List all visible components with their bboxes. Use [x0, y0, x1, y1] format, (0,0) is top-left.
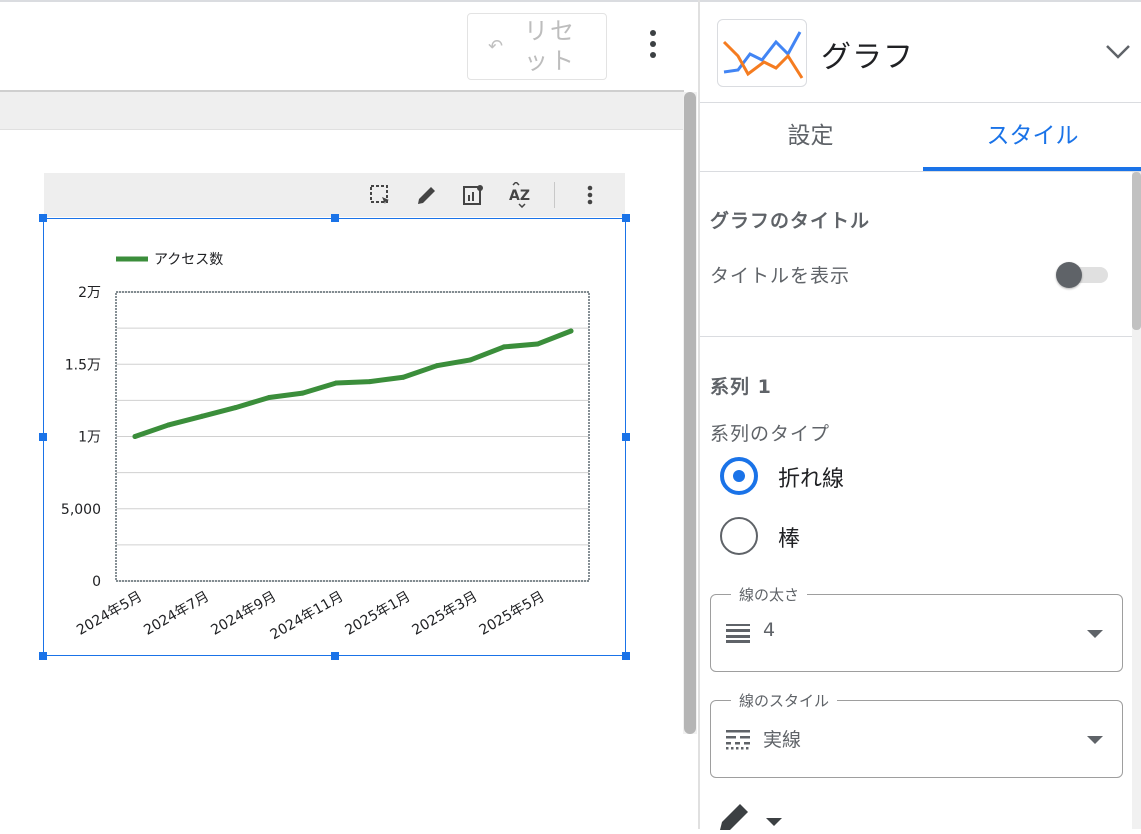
radio-bar-label[interactable]: 棒 — [778, 521, 800, 553]
data-point — [266, 394, 272, 400]
more-options-icon[interactable] — [640, 30, 666, 66]
y-tick-label: 5,000 — [61, 502, 101, 518]
select-area-icon[interactable] — [366, 181, 394, 209]
data-point — [534, 341, 540, 347]
line-width-legend: 線の太さ — [731, 584, 808, 605]
x-tick-label: 2024年11月 — [268, 589, 347, 644]
data-point — [199, 413, 205, 419]
data-point — [434, 363, 440, 369]
toolbar-separator — [554, 182, 555, 208]
chart-more-icon[interactable] — [576, 181, 604, 209]
data-point — [568, 328, 574, 334]
x-tick-label: 2025年3月 — [410, 589, 481, 639]
line-style-select[interactable]: 線のスタイル 実線 — [710, 690, 1123, 778]
line-style-legend: 線のスタイル — [731, 690, 838, 711]
data-point — [300, 390, 306, 396]
panel-title: グラフ — [821, 40, 914, 75]
data-point — [166, 422, 172, 428]
y-tick-label: 2万 — [78, 285, 101, 301]
active-tab-indicator — [923, 167, 1141, 171]
line-width-value: 4 — [763, 619, 776, 641]
reset-button[interactable]: ↶ リセット — [467, 13, 607, 80]
chart-toolbar: AZ — [44, 173, 625, 217]
series-heading: 系列 1 — [710, 376, 772, 398]
chart-title-heading: グラフのタイトル — [710, 210, 871, 232]
show-title-toggle[interactable] — [1056, 262, 1108, 288]
report-toolbar: ↶ リセット — [0, 0, 698, 90]
properties-panel: グラフ 設定 スタイル グラフのタイトル タイトルを表示 系列 1 系列のタイプ… — [700, 0, 1141, 830]
panel-header: グラフ — [700, 0, 1141, 103]
legend-label: アクセス数 — [154, 252, 223, 268]
data-point — [367, 379, 373, 385]
tab-settings[interactable]: 設定 — [700, 103, 921, 171]
data-point — [132, 434, 138, 439]
line-color-picker[interactable] — [714, 800, 784, 830]
chevron-down-icon[interactable] — [1104, 40, 1132, 64]
panel-tabs: 設定 スタイル — [700, 103, 1141, 172]
chart-settings-icon[interactable] — [459, 181, 487, 209]
svg-text:AZ: AZ — [509, 188, 530, 204]
panel-scrollbar[interactable] — [1132, 172, 1141, 829]
data-point — [467, 357, 473, 363]
data-point — [501, 344, 507, 350]
sort-az-icon[interactable]: AZ — [506, 181, 534, 209]
line-weight-icon — [726, 624, 750, 643]
line-chart: アクセス数 0 5,000 1万 1.5万 2万 2024年5月2024年7月 2024年… — [61, 252, 590, 644]
series-type-label: 系列のタイプ — [710, 423, 831, 445]
line-chart-type-icon[interactable] — [717, 19, 807, 87]
radio-line-label[interactable]: 折れ線 — [778, 461, 844, 493]
canvas-scrollbar[interactable] — [683, 92, 697, 734]
line-style-icon — [726, 730, 750, 750]
data-point — [333, 380, 339, 386]
undo-icon: ↶ — [488, 36, 504, 57]
line-width-select[interactable]: 線の太さ 4 — [710, 584, 1123, 672]
section-divider — [700, 336, 1132, 337]
canvas-ruler — [0, 90, 684, 130]
reset-label: リセット — [524, 17, 576, 75]
x-tick-label: 2025年1月 — [342, 589, 413, 639]
data-point — [400, 374, 406, 380]
show-title-label: タイトルを表示 — [710, 265, 851, 287]
edit-pencil-icon[interactable] — [413, 181, 441, 209]
dropdown-arrow-icon — [1087, 630, 1103, 638]
y-tick-label: 0 — [92, 574, 101, 590]
y-tick-label: 1万 — [78, 430, 101, 446]
x-tick-label: 2025年5月 — [477, 589, 548, 639]
radio-line[interactable] — [720, 457, 758, 495]
dropdown-arrow-icon — [1087, 736, 1103, 744]
data-point — [233, 405, 239, 411]
y-tick-label: 1.5万 — [65, 357, 101, 373]
x-tick-label: 2024年7月 — [141, 589, 212, 639]
radio-bar[interactable] — [720, 517, 758, 555]
line-style-value: 実線 — [763, 729, 802, 751]
x-tick-label: 2024年5月 — [74, 589, 145, 639]
tab-style[interactable]: スタイル — [922, 103, 1141, 171]
